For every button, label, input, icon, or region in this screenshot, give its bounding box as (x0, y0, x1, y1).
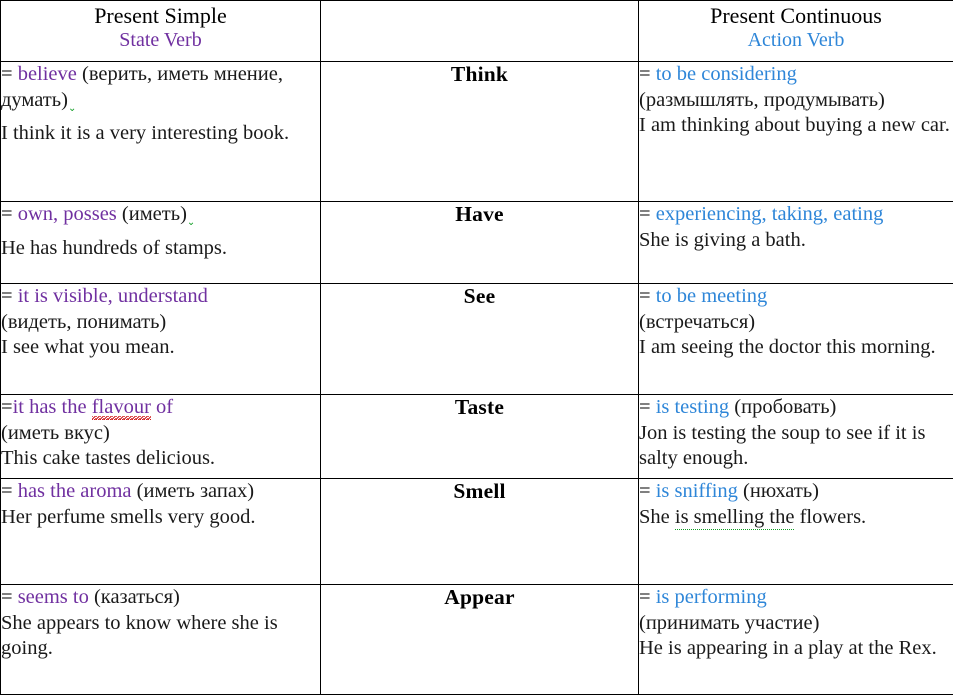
state-cell: = has the aroma (иметь запах) Her perfum… (1, 479, 321, 585)
action-example: She is smelling the flowers. (639, 505, 953, 531)
table-row: = seems to (казаться) She appears to kno… (1, 585, 953, 695)
state-definition-misspelled-word: flavour (92, 396, 151, 418)
header-action-verb-subtitle: Action Verb (643, 28, 949, 52)
state-vs-action-verbs-table: Present Simple State Verb Present Contin… (0, 0, 953, 695)
action-example: I am seeing the doctor this morning. (639, 335, 953, 361)
state-cell: =it has the flavour of (иметь вкус) This… (1, 395, 321, 479)
action-cell: = is sniffing (нюхать) She is smelling t… (639, 479, 953, 585)
state-example: Her perfume smells very good. (1, 505, 320, 531)
state-example: I think it is a very interesting book. (1, 121, 320, 147)
action-cell: = is testing (пробовать) Jon is testing … (639, 395, 953, 479)
verb-cell: Appear (321, 585, 639, 695)
action-cell: = to be considering (размышлять, продумы… (639, 62, 953, 202)
verb-cell: Think (321, 62, 639, 202)
action-russian: (нюхать) (743, 480, 819, 502)
action-definition: is sniffing (656, 480, 738, 502)
state-definition-suffix: of (151, 396, 173, 418)
header-present-continuous: Present Continuous Action Verb (639, 1, 953, 62)
header-present-continuous-title: Present Continuous (643, 3, 949, 28)
action-russian: (пробовать) (734, 396, 836, 418)
equals-sign: = (1, 586, 13, 608)
action-definition: to be considering (656, 63, 797, 85)
state-russian: (иметь запах) (137, 480, 254, 502)
verb-cell: Smell (321, 479, 639, 585)
state-russian: (казаться) (94, 586, 180, 608)
action-cell: = experiencing, taking, eating She is gi… (639, 202, 953, 284)
action-definition: is performing (656, 586, 767, 608)
action-example: She is giving a bath. (639, 228, 953, 254)
table-row: = it is visible, understand (видеть, пон… (1, 284, 953, 395)
action-cell: = is performing (принимать участие) He i… (639, 585, 953, 695)
equals-sign: = (639, 586, 651, 608)
action-cell: = to be meeting (встречаться) I am seein… (639, 284, 953, 395)
action-example: Jon is testing the soup to see if it is … (639, 421, 953, 472)
equals-sign: = (1, 396, 13, 418)
action-example: He is appearing in a play at the Rex. (639, 636, 953, 662)
equals-sign: = (639, 285, 651, 307)
table-row: =it has the flavour of (иметь вкус) This… (1, 395, 953, 479)
state-cell: = believe (верить, иметь мнение, думать)… (1, 62, 321, 202)
action-russian: (встречаться) (639, 310, 953, 336)
action-russian: (размышлять, продумывать) (639, 88, 953, 114)
equals-sign: = (639, 63, 651, 85)
state-cell: = own, posses (иметь)⌄ He has hundreds o… (1, 202, 321, 284)
verb-cell: See (321, 284, 639, 395)
state-definition-prefix: it has the (13, 396, 92, 418)
action-example-suffix: flowers. (794, 506, 866, 528)
table-body: = believe (верить, иметь мнение, думать)… (1, 62, 953, 695)
action-example-prefix: She (639, 506, 675, 528)
verb-cell: Have (321, 202, 639, 284)
state-russian: (видеть, понимать) (1, 310, 320, 336)
grammar-tick-icon: ⌄ (68, 103, 75, 114)
header-present-simple: Present Simple State Verb (1, 1, 321, 62)
equals-sign: = (1, 480, 13, 502)
equals-sign: = (639, 396, 651, 418)
table-row: = believe (верить, иметь мнение, думать)… (1, 62, 953, 202)
grammar-tick-icon: ⌄ (187, 217, 194, 228)
table-header-row: Present Simple State Verb Present Contin… (1, 1, 953, 62)
state-cell: = it is visible, understand (видеть, пон… (1, 284, 321, 395)
equals-sign: = (1, 63, 13, 85)
state-example: She appears to know where she is going. (1, 611, 320, 662)
action-example-grammar-flagged: is smelling the (675, 506, 795, 528)
header-present-simple-title: Present Simple (5, 3, 316, 28)
state-example: He has hundreds of stamps. (1, 236, 320, 262)
action-definition: to be meeting (656, 285, 768, 307)
table-row: = own, posses (иметь)⌄ He has hundreds o… (1, 202, 953, 284)
action-definition: experiencing, taking, eating (656, 203, 884, 225)
state-definition: seems to (18, 586, 89, 608)
table-row: = has the aroma (иметь запах) Her perfum… (1, 479, 953, 585)
equals-sign: = (1, 203, 13, 225)
header-state-verb-subtitle: State Verb (5, 28, 316, 52)
state-definition: has the aroma (18, 480, 132, 502)
state-definition: own, posses (18, 203, 117, 225)
state-cell: = seems to (казаться) She appears to kno… (1, 585, 321, 695)
state-example: I see what you mean. (1, 335, 320, 361)
state-russian: (иметь) (122, 203, 187, 225)
equals-sign: = (639, 203, 651, 225)
equals-sign: = (1, 285, 13, 307)
state-definition: believe (18, 63, 77, 85)
action-russian: (принимать участие) (639, 611, 953, 637)
verb-cell: Taste (321, 395, 639, 479)
action-example: I am thinking about buying a new car. (639, 113, 953, 139)
action-definition: is testing (656, 396, 729, 418)
state-example: This cake tastes delicious. (1, 446, 320, 472)
state-russian: (иметь вкус) (1, 421, 320, 447)
header-verb-column (321, 1, 639, 62)
equals-sign: = (639, 480, 651, 502)
state-definition: it is visible, understand (18, 285, 208, 307)
